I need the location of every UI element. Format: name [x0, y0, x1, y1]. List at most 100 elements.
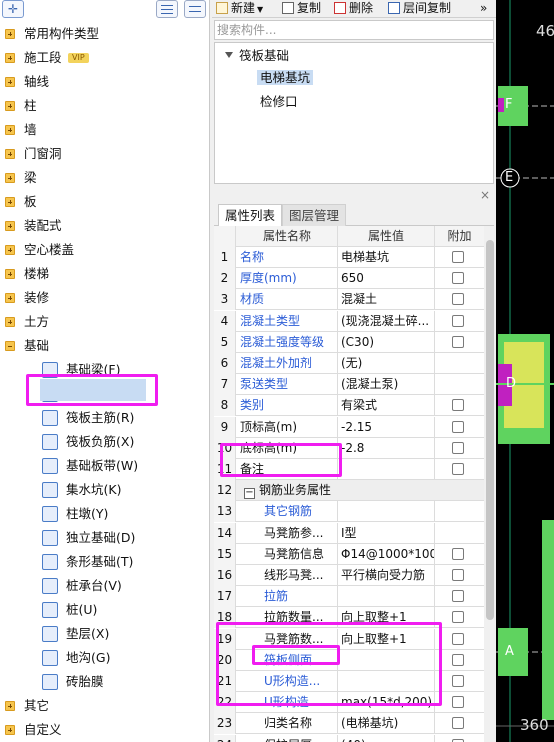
list-view-icon[interactable] [156, 0, 178, 18]
table-row[interactable]: 7 泵送类型 (混凝土泵) [214, 374, 484, 396]
table-row[interactable]: 6 混凝土外加剂 (无) [214, 353, 484, 374]
component-item-label: 电梯基坑 [257, 70, 314, 85]
property-name: 拉筋 [237, 586, 338, 608]
expand-icon[interactable] [5, 101, 15, 111]
property-value[interactable]: -2.8 [338, 437, 435, 459]
property-value[interactable]: (混凝土泵) [338, 374, 435, 396]
table-row[interactable]: 3 材质 混凝土 [214, 289, 484, 311]
property-value[interactable] [338, 586, 435, 608]
tree-item-label: 其它 [24, 698, 50, 713]
component-root-label: 筏板基础 [239, 48, 290, 63]
expand-icon[interactable] [5, 317, 15, 327]
property-value[interactable]: (C30) [338, 331, 435, 353]
add-checkbox[interactable] [452, 590, 464, 603]
row-index: 5 [214, 331, 236, 353]
table-row[interactable]: 24保护层厚(40) [214, 734, 484, 742]
property-value[interactable]: (现浇混凝土碎... [338, 310, 435, 332]
expand-icon[interactable] [5, 173, 15, 183]
vertical-scrollbar[interactable] [484, 226, 496, 742]
table-row[interactable]: 13 其它钢筋 [214, 501, 484, 523]
table-row[interactable]: 17 拉筋 [214, 586, 484, 608]
add-checkbox[interactable] [452, 717, 464, 730]
property-value[interactable]: -2.15 [338, 416, 435, 438]
tab-properties[interactable]: 属性列表 [218, 204, 283, 226]
close-icon[interactable]: × [480, 188, 490, 202]
component-item[interactable]: 检修口 [260, 91, 298, 113]
expand-icon[interactable] [5, 221, 15, 231]
group-cell[interactable]: − 钢筋业务属性 [237, 480, 435, 501]
expand-icon[interactable] [5, 77, 15, 87]
table-row[interactable]: 8 类别 有梁式 [214, 395, 484, 417]
property-value[interactable]: (40) [338, 734, 435, 742]
add-checkbox[interactable] [452, 632, 464, 645]
grid-view-icon[interactable] [184, 0, 206, 18]
floor-copy-button[interactable]: 层间复制 [388, 0, 451, 18]
table-row[interactable]: 12− 钢筋业务属性 [214, 480, 484, 502]
property-value[interactable]: Ⅰ型 [338, 522, 435, 544]
add-icon[interactable]: ✛ [2, 0, 24, 18]
table-row[interactable]: 15 马凳筋信息 Φ14@1000*1000 [214, 543, 484, 565]
property-value[interactable]: 有梁式 [338, 395, 435, 417]
add-checkbox[interactable] [452, 569, 464, 581]
property-value[interactable] [338, 501, 435, 523]
left-toolbar: ✛ [0, 0, 210, 18]
property-value[interactable]: (无) [338, 353, 435, 374]
expand-icon[interactable] [5, 269, 15, 279]
tab-layers[interactable]: 图层管理 [282, 204, 347, 226]
table-row[interactable]: 5 混凝土强度等级 (C30) [214, 331, 484, 353]
expand-icon[interactable] [5, 53, 15, 63]
expand-icon[interactable] [5, 725, 15, 735]
drawing-canvas[interactable]: 46 F E D A 360 [496, 0, 554, 742]
add-checkbox[interactable] [452, 463, 464, 475]
component-item[interactable]: 电梯基坑 [257, 67, 314, 89]
table-row[interactable]: 2 厚度(mm) 650 [214, 268, 484, 290]
table-row[interactable]: 4 混凝土类型 (现浇混凝土碎... [214, 310, 484, 332]
expand-icon[interactable] [5, 149, 15, 159]
add-checkbox[interactable] [452, 441, 464, 454]
row-index: 6 [214, 353, 236, 374]
expand-icon[interactable] [5, 245, 15, 255]
property-value[interactable]: (电梯基坑) [338, 713, 435, 735]
property-value[interactable]: 平行横向受力筋 [338, 565, 435, 586]
add-checkbox[interactable] [452, 314, 464, 327]
table-row[interactable]: 23 归类名称 (电梯基坑) [214, 713, 484, 735]
add-checkbox[interactable] [452, 293, 464, 306]
add-checkbox[interactable] [452, 420, 464, 433]
expand-icon[interactable] [5, 197, 15, 207]
add-checkbox[interactable] [452, 335, 464, 348]
new-label: 新建 [231, 1, 256, 15]
delete-button[interactable]: 删除 [334, 0, 373, 18]
expand-icon[interactable] [5, 701, 15, 711]
property-name: 线形马凳... [237, 565, 338, 586]
table-row[interactable]: 14 马凳筋参... Ⅰ型 [214, 522, 484, 544]
new-button[interactable]: 新建 ▼ [216, 0, 263, 18]
expand-icon[interactable] [5, 125, 15, 135]
table-row[interactable]: 16 线形马凳... 平行横向受力筋 [214, 565, 484, 586]
component-root[interactable]: 筏板基础 [225, 45, 289, 67]
property-value[interactable]: Φ14@1000*1000 [338, 543, 435, 565]
expand-icon[interactable] [5, 341, 15, 351]
toolbar-more[interactable]: » [480, 0, 487, 18]
add-checkbox[interactable] [452, 251, 464, 263]
expand-icon[interactable] [5, 293, 15, 303]
add-checkbox[interactable] [452, 653, 464, 666]
search-input[interactable]: 搜索构件... [214, 20, 494, 40]
collapse-icon[interactable]: − [244, 488, 255, 500]
add-checkbox[interactable] [452, 696, 464, 709]
property-value[interactable] [338, 459, 435, 480]
add-checkbox[interactable] [452, 399, 464, 412]
add-checkbox[interactable] [452, 675, 464, 687]
add-checkbox[interactable] [452, 272, 464, 285]
copy-button[interactable]: 复制 [282, 0, 321, 18]
property-value[interactable]: 650 [338, 268, 435, 290]
property-value[interactable]: 电梯基坑 [338, 247, 435, 268]
scrollbar-thumb[interactable] [486, 240, 494, 620]
table-row[interactable]: 1 名称 电梯基坑 [214, 247, 484, 268]
table-row[interactable]: 9 顶标高(m) -2.15 [214, 416, 484, 438]
add-checkbox[interactable] [452, 611, 464, 624]
add-checkbox[interactable] [452, 547, 464, 560]
property-value[interactable]: 混凝土 [338, 289, 435, 311]
add-checkbox[interactable] [452, 738, 464, 742]
expand-icon[interactable] [5, 29, 15, 39]
property-name: 混凝土强度等级 [237, 331, 338, 353]
